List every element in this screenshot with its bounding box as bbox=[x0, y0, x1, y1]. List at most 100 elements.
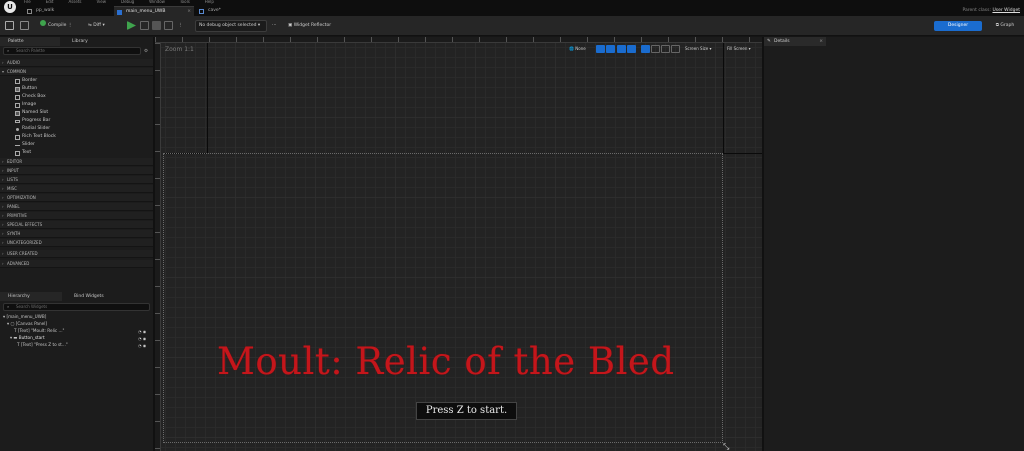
category-special-effects[interactable]: › SPECIAL EFFECTS bbox=[0, 221, 153, 229]
menu-window[interactable]: Window bbox=[149, 0, 165, 5]
border-icon bbox=[15, 79, 20, 84]
tab-label: cave* bbox=[208, 8, 221, 13]
hierarchy-item-button-start[interactable]: ▾ ▬ Button_start ◔ ◉ bbox=[10, 334, 153, 341]
hierarchy-item-title-text[interactable]: T [Text] "Moult: Relic ..." ◔ ◉ bbox=[14, 327, 153, 334]
palette-search-input[interactable]: ⌕ Search Palette bbox=[3, 47, 141, 55]
palette-item-named-slot[interactable]: Named Slot bbox=[15, 109, 48, 117]
eject-icon[interactable] bbox=[164, 21, 173, 30]
designer-viewport[interactable]: Zoom 1:1 🌐 None Screen Size ▾ Fill Scree… bbox=[155, 37, 762, 451]
game-title-text[interactable]: Moult: Relic of the Bled bbox=[217, 340, 675, 383]
menu-view[interactable]: View bbox=[96, 0, 106, 5]
category-advanced[interactable]: › ADVANCED bbox=[0, 260, 153, 268]
canvas-panel-bounds[interactable] bbox=[163, 153, 723, 443]
localization-select[interactable]: 🌐 None bbox=[569, 45, 586, 53]
category-audio[interactable]: › AUDIO bbox=[0, 59, 153, 67]
play-options-icon[interactable]: ⋮ bbox=[178, 20, 183, 32]
category-common[interactable]: ▾ COMMON bbox=[0, 68, 153, 76]
category-primitive[interactable]: › PRIMITIVE bbox=[0, 212, 153, 220]
respect-locks-icon[interactable] bbox=[606, 45, 615, 53]
hierarchy-item-label: [main_menu_UWB] bbox=[6, 314, 47, 319]
palette-item-border[interactable]: Border bbox=[15, 77, 37, 85]
menu-tools[interactable]: Tools bbox=[180, 0, 190, 5]
palette-item-label: Border bbox=[22, 78, 38, 83]
unreal-logo-icon[interactable]: U bbox=[4, 1, 16, 13]
debug-icon[interactable]: ⋯ bbox=[272, 20, 277, 32]
chevron-right-icon: › bbox=[2, 60, 4, 65]
tab-main-menu-uwb[interactable]: main_menu_UWB × bbox=[114, 6, 194, 16]
menu-assets[interactable]: Assets bbox=[68, 0, 81, 5]
palette-item-slider[interactable]: Slider bbox=[15, 141, 35, 149]
graph-button[interactable]: ⧉ Graph bbox=[988, 21, 1022, 31]
palette-item-text[interactable]: Text bbox=[15, 149, 31, 157]
category-user-created[interactable]: › USER CREATED bbox=[0, 250, 153, 258]
palette-item-rich-text-block[interactable]: Rich Text Block bbox=[15, 133, 56, 141]
screen-size-select[interactable]: Screen Size ▾ bbox=[685, 45, 712, 53]
menu-edit[interactable]: Edit bbox=[46, 0, 54, 5]
palette-item-radial-slider[interactable]: Radial Slider bbox=[15, 125, 50, 133]
category-input[interactable]: › INPUT bbox=[0, 167, 153, 175]
parent-class-link[interactable]: User Widget bbox=[992, 8, 1020, 13]
play-icon[interactable] bbox=[127, 21, 136, 30]
designer-button[interactable]: Designer bbox=[934, 21, 982, 31]
category-label: MISC bbox=[7, 186, 17, 191]
stop-icon[interactable] bbox=[152, 21, 161, 30]
palette-item-button[interactable]: Button bbox=[15, 85, 37, 93]
safe-zone-icon[interactable] bbox=[641, 45, 650, 53]
category-optimization[interactable]: › OPTIMIZATION bbox=[0, 194, 153, 202]
save-icon[interactable] bbox=[5, 21, 14, 30]
tab-cave[interactable]: cave* bbox=[196, 6, 256, 16]
scale-snap-icon[interactable] bbox=[671, 45, 680, 53]
start-button[interactable]: Press Z to start. bbox=[416, 402, 517, 420]
hierarchy-item-label: [Text] "Moult: Relic ..." bbox=[17, 328, 65, 333]
tab-bind-widgets[interactable]: Bind Widgets bbox=[64, 292, 153, 301]
category-label: OPTIMIZATION bbox=[7, 195, 36, 200]
palette-item-progress-bar[interactable]: Progress Bar bbox=[15, 117, 50, 125]
settings-icon[interactable]: ⚙ bbox=[144, 46, 148, 58]
tab-library[interactable]: Library bbox=[62, 37, 153, 46]
menu-help[interactable]: Help bbox=[205, 0, 214, 5]
chevron-right-icon: › bbox=[2, 222, 4, 227]
hierarchy-item-canvas[interactable]: ▾ ▢ [Canvas Panel] bbox=[7, 320, 153, 327]
category-label: USER CREATED bbox=[7, 251, 38, 256]
palette-item-label: Slider bbox=[22, 142, 35, 147]
tab-details[interactable]: ✎ Details × bbox=[764, 37, 826, 46]
debug-object-select[interactable]: No debug object selected ▾ bbox=[195, 20, 267, 32]
outline-icon[interactable] bbox=[617, 45, 626, 53]
category-panel[interactable]: › PANEL bbox=[0, 203, 153, 211]
hierarchy-item-start-text[interactable]: T [Text] "Press Z to st..." ◔ ◉ bbox=[17, 341, 153, 348]
lock-icon[interactable] bbox=[596, 45, 605, 53]
step-icon[interactable] bbox=[140, 21, 149, 30]
widget-search-placeholder: Search Widgets bbox=[16, 304, 48, 309]
close-icon[interactable]: × bbox=[819, 37, 823, 46]
diff-button[interactable]: ⇋ Diff ▾ bbox=[88, 20, 105, 32]
palette-item-image[interactable]: Image bbox=[15, 101, 36, 109]
category-lists[interactable]: › LISTS bbox=[0, 176, 153, 184]
menu-file[interactable]: File bbox=[24, 0, 31, 5]
tab-pp-walk[interactable]: pp_walk bbox=[24, 6, 114, 16]
category-label: AUDIO bbox=[7, 60, 21, 65]
category-synth[interactable]: › SYNTH bbox=[0, 230, 153, 238]
compile-button[interactable]: Compile ⋮ bbox=[40, 20, 72, 32]
fill-screen-select[interactable]: Fill Screen ▾ bbox=[727, 45, 751, 53]
visibility-icon[interactable]: ◔ ◉ bbox=[138, 342, 146, 349]
tab-palette-label: Palette bbox=[8, 39, 24, 44]
category-editor[interactable]: › EDITOR bbox=[0, 158, 153, 166]
widget-search-input[interactable]: ⌕ Search Widgets bbox=[3, 303, 150, 311]
tab-palette[interactable]: Palette bbox=[0, 37, 60, 46]
category-uncategorized[interactable]: › UNCATEGORIZED bbox=[0, 239, 153, 247]
checkbox-icon bbox=[15, 95, 20, 100]
tab-hierarchy[interactable]: Hierarchy bbox=[0, 292, 62, 301]
rotation-snap-icon[interactable] bbox=[661, 45, 670, 53]
resize-handle-icon[interactable]: ⤡ bbox=[723, 442, 729, 451]
hierarchy-item-root[interactable]: ▾ [main_menu_UWB] bbox=[3, 313, 153, 320]
grid-snap-icon[interactable] bbox=[627, 45, 636, 53]
chevron-right-icon: › bbox=[2, 177, 4, 182]
palette-item-label: Named Slot bbox=[22, 110, 49, 115]
category-misc[interactable]: › MISC bbox=[0, 185, 153, 193]
browse-icon[interactable] bbox=[20, 21, 29, 30]
menu-debug[interactable]: Debug bbox=[121, 0, 134, 5]
grid-size-icon[interactable] bbox=[651, 45, 660, 53]
chevron-right-icon: › bbox=[2, 159, 4, 164]
palette-item-check-box[interactable]: Check Box bbox=[15, 93, 46, 101]
widget-reflector-button[interactable]: ▣ Widget Reflector bbox=[288, 20, 331, 32]
